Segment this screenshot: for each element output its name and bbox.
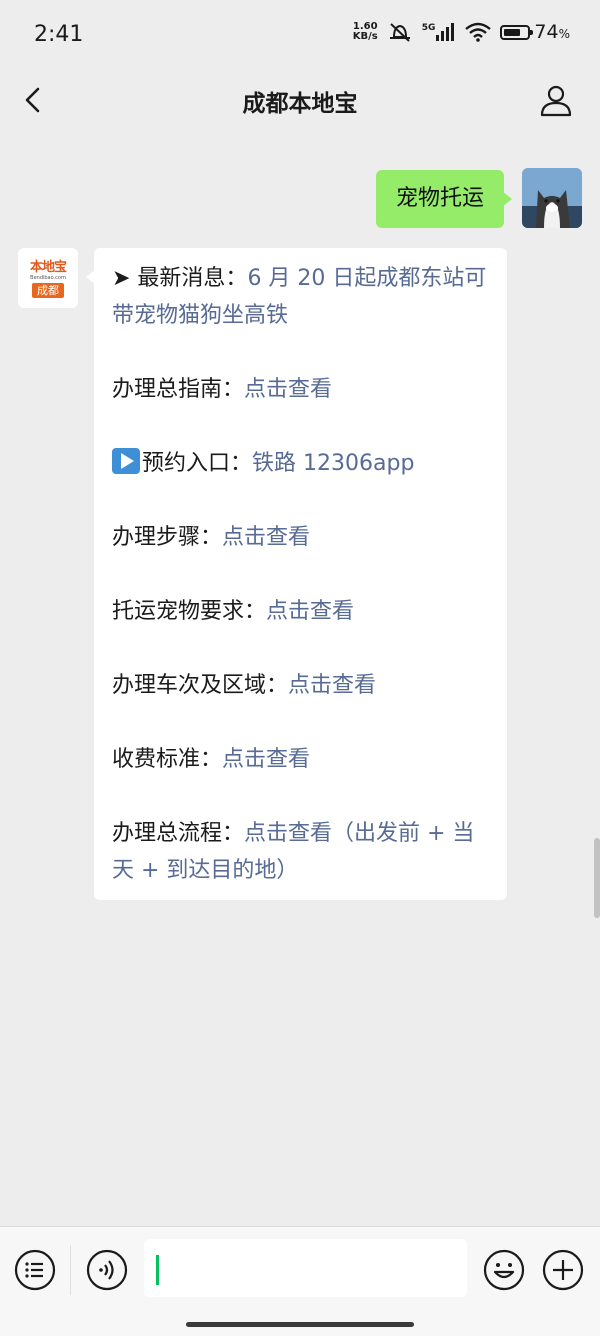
steps-label: 办理步骤： (112, 525, 223, 550)
trains-line: 办理车次及区域：点击查看 (112, 667, 489, 704)
nav-bar: 成都本地宝 (0, 70, 600, 130)
steps-link[interactable]: 点击查看 (222, 525, 310, 550)
message-input[interactable] (144, 1239, 467, 1297)
guide-link[interactable]: 点击查看 (244, 377, 332, 402)
battery: 74% (500, 21, 570, 43)
trains-link[interactable]: 点击查看 (288, 673, 376, 698)
voice-button[interactable] (86, 1249, 128, 1291)
signal-indicator: 5G (422, 23, 457, 41)
user-avatar[interactable] (522, 168, 582, 228)
booking-link[interactable]: 铁路 12306app (252, 451, 414, 476)
process-line: 办理总流程：点击查看（出发前 + 当天 + 到达目的地） (112, 815, 489, 889)
emoji-button[interactable] (483, 1249, 525, 1291)
plus-button[interactable] (542, 1249, 584, 1291)
requirements-label: 托运宠物要求： (112, 599, 267, 624)
menu-button[interactable] (14, 1249, 56, 1291)
trains-label: 办理车次及区域： (112, 673, 289, 698)
person-icon (540, 85, 572, 117)
incoming-message: ➤ 最新消息：6 月 20 日起成都东站可带宠物猫狗坐高铁 办理总指南：点击查看… (86, 248, 507, 900)
bot-avatar[interactable]: 本地宝 Bendibao.com 成都 (18, 248, 78, 308)
cat-avatar-image (522, 168, 582, 228)
status-time: 2:41 (34, 22, 84, 47)
voice-icon (86, 1249, 128, 1291)
page-title: 成都本地宝 (242, 91, 358, 117)
fee-link[interactable]: 点击查看 (222, 747, 310, 772)
logo-url: Bendibao.com (30, 275, 66, 281)
logo-city: 成都 (32, 283, 64, 298)
booking-line: 预约入口：铁路 12306app (112, 445, 489, 482)
net-speed: 1.60 KB/s (353, 22, 378, 42)
emoji-icon (483, 1249, 525, 1291)
requirements-link[interactable]: 点击查看 (266, 599, 354, 624)
plus-icon (542, 1249, 584, 1291)
text-caret (156, 1255, 159, 1285)
battery-percent: 74% (534, 21, 570, 43)
input-bar (0, 1226, 600, 1336)
news-line: ➤ 最新消息：6 月 20 日起成都东站可带宠物猫狗坐高铁 (112, 260, 489, 334)
process-label: 办理总流程： (112, 821, 245, 846)
battery-icon (500, 24, 534, 40)
fee-label: 收费标准： (112, 747, 223, 772)
play-icon (112, 448, 140, 474)
requirements-line: 托运宠物要求：点击查看 (112, 593, 489, 630)
profile-button[interactable] (536, 80, 576, 120)
booking-label: 预约入口： (142, 451, 253, 476)
menu-list-icon (14, 1249, 56, 1291)
net-speed-unit: KB/s (352, 31, 378, 42)
scrollbar[interactable] (594, 838, 600, 918)
status-icons: 1.60 KB/s 5G 74% (353, 21, 570, 43)
network-type: 5G (421, 23, 436, 33)
input-divider (70, 1245, 71, 1295)
status-bar: 2:41 1.60 KB/s 5G 74% (0, 0, 600, 70)
fee-line: 收费标准：点击查看 (112, 741, 489, 778)
steps-line: 办理步骤：点击查看 (112, 519, 489, 556)
muted-bell-icon (389, 23, 410, 42)
guide-label: 办理总指南： (112, 377, 245, 402)
logo-text: 本地宝 (29, 260, 67, 275)
signal-icon (436, 23, 455, 41)
outgoing-message[interactable]: 宠物托运 (375, 170, 513, 228)
wifi-icon (465, 22, 492, 42)
news-prefix: ➤ 最新消息： (112, 266, 248, 291)
home-indicator[interactable] (186, 1322, 414, 1327)
guide-line: 办理总指南：点击查看 (112, 371, 489, 408)
